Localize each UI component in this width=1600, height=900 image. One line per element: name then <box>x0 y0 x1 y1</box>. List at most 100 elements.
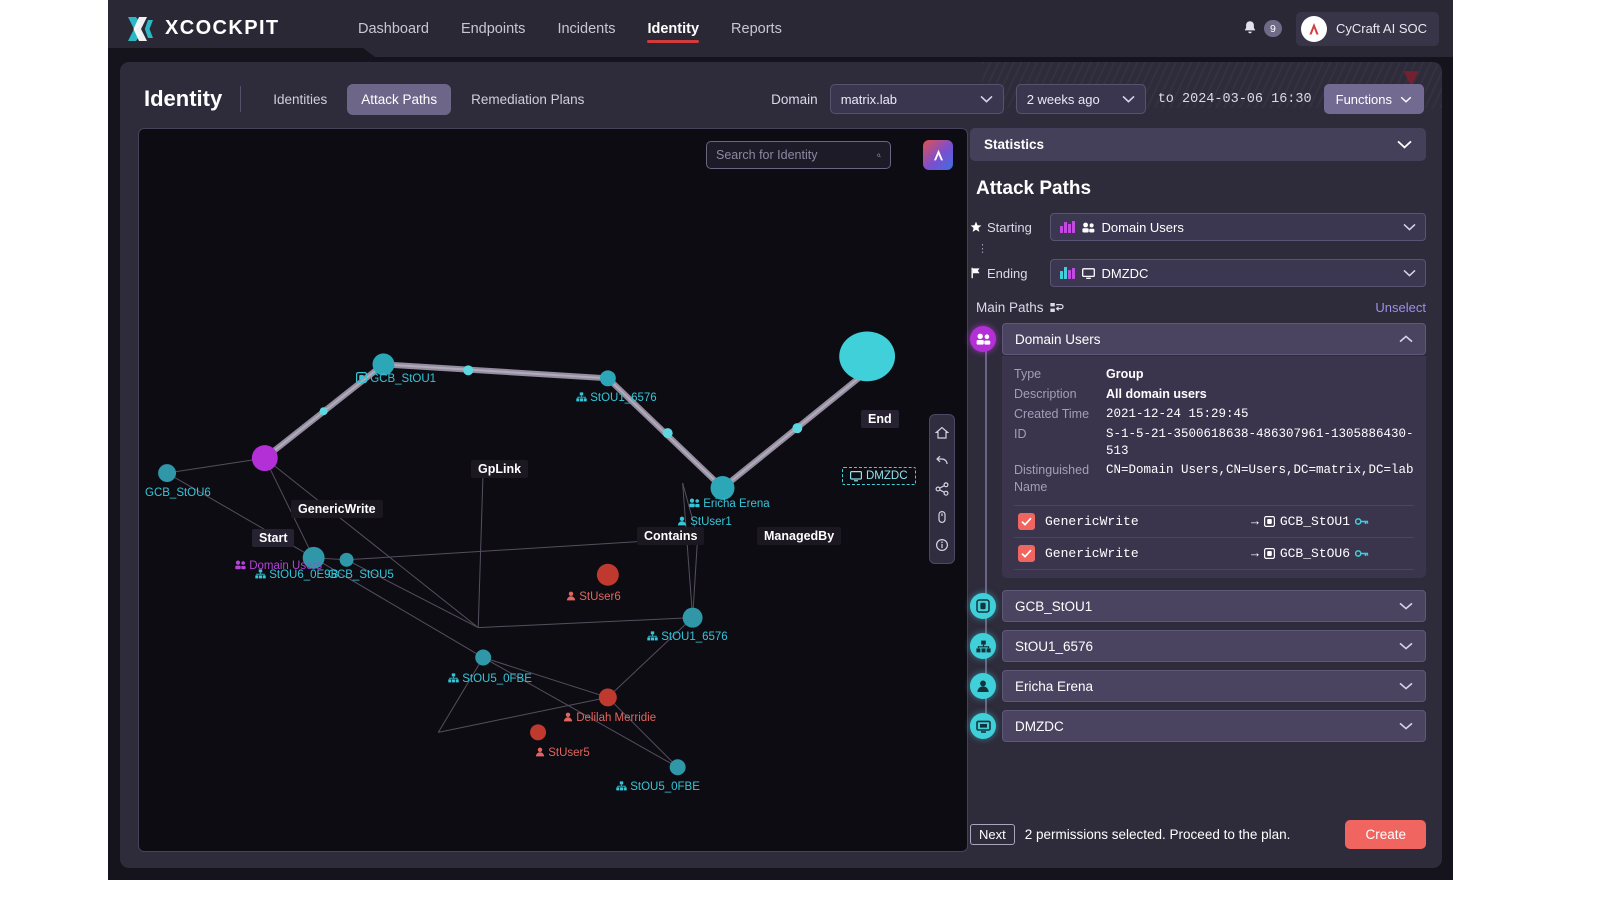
domain-select[interactable]: matrix.lab <box>829 84 1004 114</box>
chevron-down-icon <box>1399 602 1413 610</box>
path-node-header[interactable]: GCB_StOU1 <box>1002 590 1426 623</box>
path-node-ericha-erena: Ericha Erena <box>970 670 1426 703</box>
tab-attack-paths[interactable]: Attack Paths <box>347 83 452 115</box>
permission-row[interactable]: GenericWrite → GCB_StOU1 <box>1014 505 1414 537</box>
starting-label: Starting <box>987 219 1032 235</box>
path-connector-line <box>985 341 987 717</box>
permission-checkbox[interactable] <box>1018 545 1035 563</box>
nav-item-endpoints[interactable]: Endpoints <box>461 0 526 57</box>
nav-item-identity[interactable]: Identity <box>647 0 699 57</box>
ai-assistant-button[interactable] <box>923 140 953 170</box>
path-swap-icon <box>1049 302 1064 312</box>
permission-name: GenericWrite <box>1045 546 1139 562</box>
attack-path-graph[interactable]: Start End GenericWrite GpLink Contains M… <box>138 128 968 852</box>
ending-label: Ending <box>987 265 1028 281</box>
share-graph-icon[interactable] <box>930 476 954 502</box>
functions-label: Functions <box>1335 91 1392 107</box>
time-range-select[interactable]: 2 weeks ago <box>1015 84 1146 114</box>
content-card: ▼ Identity Identities Attack Paths Remed… <box>120 62 1442 868</box>
ending-row: Ending DMZDC <box>970 259 1426 287</box>
permission-target: → GCB_StOU1 <box>1251 514 1369 529</box>
brand-name: XCOCKPIT <box>165 17 280 39</box>
nav-item-dashboard[interactable]: Dashboard <box>358 0 429 57</box>
notifications-button[interactable]: 9 <box>1242 20 1282 37</box>
permission-checkbox[interactable] <box>1018 513 1035 531</box>
undo-icon[interactable] <box>930 448 954 474</box>
path-node-header[interactable]: Domain Users <box>1002 323 1426 355</box>
search-input[interactable] <box>716 148 877 162</box>
topnav-right-group: 9 CyCraft AI SOC <box>1242 11 1453 46</box>
graph-search[interactable] <box>706 141 891 169</box>
permission-row[interactable]: GenericWrite → GCB_StOU6 <box>1014 537 1414 571</box>
graph-node-gcb-stou5 <box>339 552 354 567</box>
path-node-header[interactable]: DMZDC <box>1002 710 1426 743</box>
user-menu[interactable]: CyCraft AI SOC <box>1295 11 1439 46</box>
domain-label: Domain <box>771 91 818 107</box>
starting-label-group: Starting <box>970 220 1042 235</box>
ending-select[interactable]: DMZDC <box>1050 259 1426 287</box>
user-icon <box>970 673 996 700</box>
graph-node-gcb-stou6 <box>158 464 177 483</box>
sub-header: Identity Identities Attack Paths Remedia… <box>120 72 1442 126</box>
nav-item-incidents[interactable]: Incidents <box>557 0 615 57</box>
panel-footer: Next 2 permissions selected. Proceed to … <box>970 816 1426 852</box>
graph-node-stou6-0e9b <box>302 546 325 569</box>
brand-logo[interactable]: XCOCKPIT <box>108 15 348 43</box>
detail-value: All domain users <box>1106 386 1207 401</box>
tab-remediation-plans[interactable]: Remediation Plans <box>457 84 598 115</box>
graph-node-gcb-stou1 <box>372 353 395 376</box>
arrow-icon: → <box>1251 514 1259 530</box>
user-name: CyCraft AI SOC <box>1335 21 1427 36</box>
path-node-header[interactable]: StOU1_6576 <box>1002 630 1426 663</box>
notification-badge: 9 <box>1263 20 1282 37</box>
unselect-link[interactable]: Unselect <box>1375 300 1426 315</box>
path-node-name: StOU1_6576 <box>1015 638 1094 654</box>
permission-target-name: GCB_StOU6 <box>1279 546 1351 562</box>
path-node-header[interactable]: Ericha Erena <box>1002 670 1426 703</box>
detail-value: 2021-12-24 15:29:45 <box>1106 406 1249 421</box>
path-node-gcb-stou1: GCB_StOU1 <box>970 590 1426 623</box>
graph-node-domain-users <box>251 445 278 472</box>
attack-paths-title: Attack Paths <box>976 178 1092 199</box>
chevron-down-icon <box>980 95 993 103</box>
path-node-name: GCB_StOU1 <box>1015 598 1093 614</box>
nav-item-reports[interactable]: Reports <box>731 0 782 57</box>
main-paths-row: Main Paths Unselect <box>976 300 1426 315</box>
graph-node-stou1-6576-b <box>682 607 703 628</box>
graph-toolbar <box>929 414 955 564</box>
ai-assistant-icon <box>933 149 943 160</box>
attack-paths-panel: Statistics Attack Paths Starting Domain … <box>970 128 1426 852</box>
detail-key: Type <box>1014 367 1042 381</box>
tab-bar: Identities Attack Paths Remediation Plan… <box>259 83 598 115</box>
group-icon <box>1081 222 1094 232</box>
functions-button[interactable]: Functions <box>1323 84 1424 114</box>
graph-node-stuser5 <box>530 724 547 741</box>
mouse-pointer-icon[interactable] <box>930 504 954 530</box>
chevron-down-icon <box>1399 642 1413 650</box>
tab-identities[interactable]: Identities <box>259 84 341 115</box>
home-icon[interactable] <box>930 420 954 446</box>
bell-icon <box>1244 21 1256 34</box>
starting-select[interactable]: Domain Users <box>1050 213 1426 241</box>
create-button[interactable]: Create <box>1345 819 1426 849</box>
x-logo-icon <box>128 16 153 41</box>
path-node-domain-users: Domain Users Type Group Description All … <box>970 323 1426 579</box>
footer-message: 2 permissions selected. Proceed to the p… <box>1024 826 1291 842</box>
ou-icon <box>970 633 996 660</box>
detail-key: Created Time <box>1014 406 1090 421</box>
next-button[interactable]: Next <box>970 823 1015 845</box>
domain-value: matrix.lab <box>840 91 898 107</box>
detail-key: Distinguished Name <box>1014 463 1090 495</box>
main-paths-label: Main Paths <box>976 300 1044 315</box>
cyan-bars-icon <box>1060 267 1075 279</box>
key-icon <box>1355 518 1369 525</box>
application-window: XCOCKPIT Dashboard Endpoints Incidents I… <box>108 0 1453 880</box>
info-icon[interactable] <box>930 532 954 558</box>
chevron-down-icon <box>1403 269 1416 277</box>
chevron-down-icon <box>1397 140 1412 149</box>
statistics-section-header[interactable]: Statistics <box>970 128 1426 161</box>
star-icon <box>970 221 982 232</box>
chevron-down-icon <box>1400 96 1412 103</box>
ending-value: DMZDC <box>1101 265 1149 281</box>
graph-node-ericha-erena <box>710 476 735 500</box>
